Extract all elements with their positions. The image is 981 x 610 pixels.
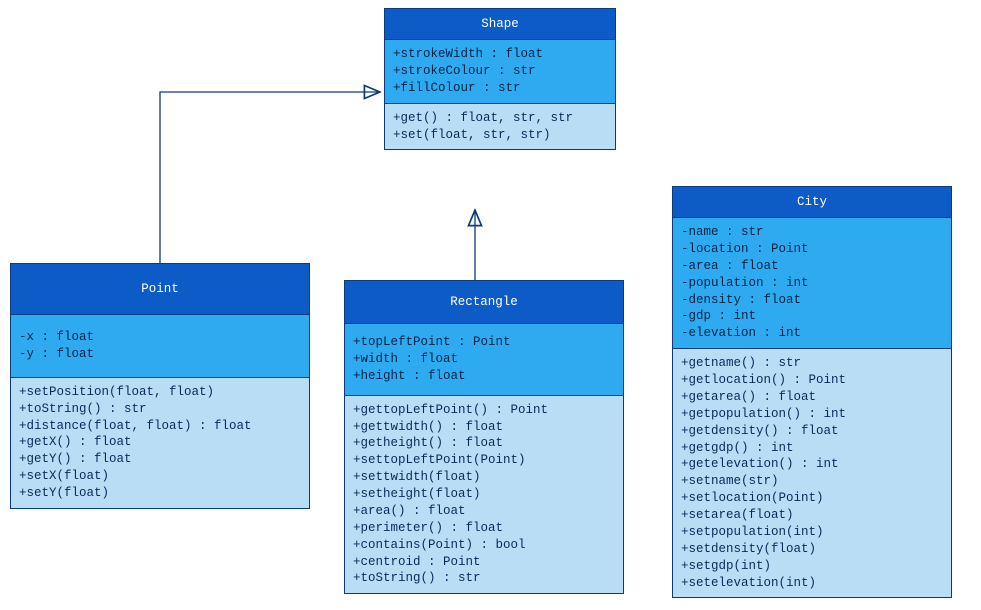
class-rectangle-methods: +gettopLeftPoint() : Point +gettwidth() … [345, 395, 623, 594]
class-rectangle: Rectangle +topLeftPoint : Point +width :… [344, 280, 624, 594]
class-point-title: Point [11, 264, 309, 314]
class-shape-title: Shape [385, 9, 615, 39]
class-city-title: City [673, 187, 951, 217]
class-city-methods: +getname() : str +getlocation() : Point … [673, 348, 951, 597]
class-shape: Shape +strokeWidth : float +strokeColour… [384, 8, 616, 150]
class-rectangle-attributes: +topLeftPoint : Point +width : float +he… [345, 323, 623, 395]
class-point-methods: +setPosition(float, float) +toString() :… [11, 377, 309, 508]
class-shape-attributes: +strokeWidth : float +strokeColour : str… [385, 39, 615, 103]
class-point: Point -x : float -y : float +setPosition… [10, 263, 310, 509]
class-city-attributes: -name : str -location : Point -area : fl… [673, 217, 951, 348]
class-shape-methods: +get() : float, str, str +set(float, str… [385, 103, 615, 150]
class-rectangle-title: Rectangle [345, 281, 623, 323]
arrow-point-to-shape [160, 92, 380, 263]
class-city: City -name : str -location : Point -area… [672, 186, 952, 598]
class-point-attributes: -x : float -y : float [11, 314, 309, 377]
